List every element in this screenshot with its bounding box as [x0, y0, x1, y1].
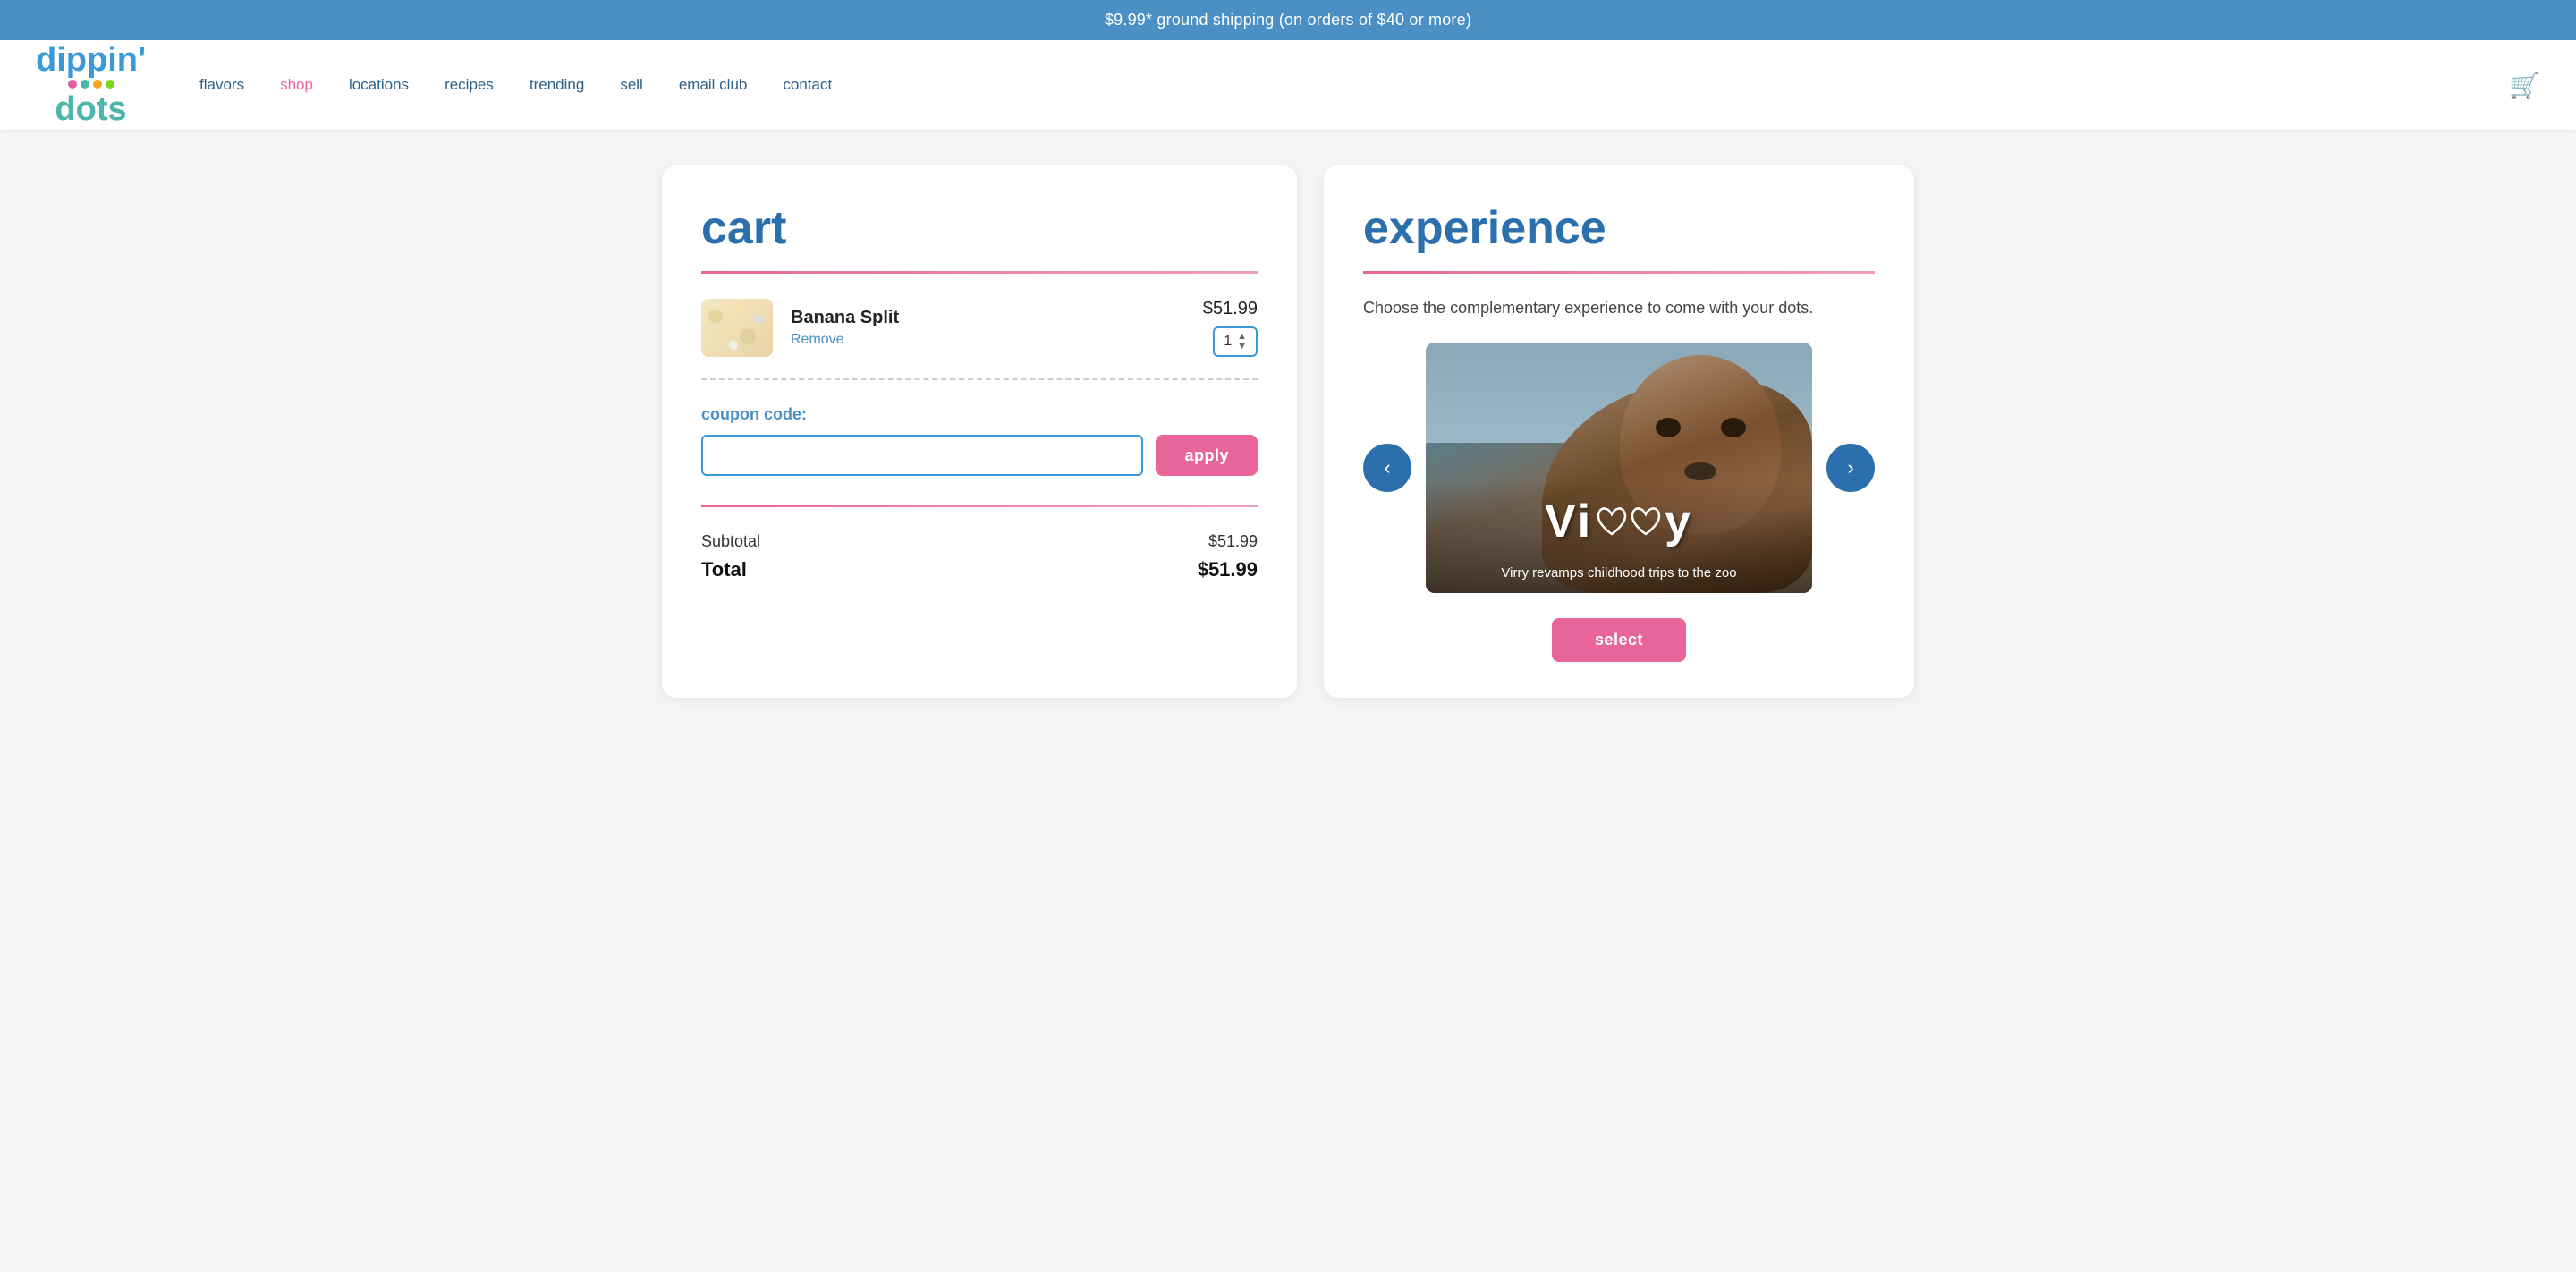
quantity-selector[interactable]: 1 ▲ ▼ [1213, 326, 1258, 357]
shopping-cart-icon: 🛒 [2509, 72, 2540, 99]
nav-flavors[interactable]: flavors [199, 76, 244, 94]
experience-title: experience [1363, 201, 1875, 255]
subtotal-row: Subtotal $51.99 [701, 532, 1258, 551]
virry-hearts [1595, 505, 1663, 538]
apply-button[interactable]: apply [1156, 435, 1258, 476]
coupon-label: coupon code: [701, 405, 1258, 424]
animal-eye-left [1656, 418, 1681, 437]
total-row: Total $51.99 [701, 558, 1258, 581]
quantity-arrows: ▲ ▼ [1237, 332, 1247, 352]
logo-dot-pink [68, 80, 77, 89]
virry-text: Vi y [1545, 495, 1693, 548]
carousel: ‹ [1363, 343, 1875, 593]
cart-title: cart [701, 201, 1258, 255]
item-name: Banana Split [791, 308, 1185, 328]
experience-card: experience Choose the complementary expe… [1324, 165, 1914, 698]
main-content: cart Banana Split Remove $51.99 1 ▲ ▼ [617, 130, 1959, 734]
animal-nose [1684, 462, 1716, 480]
nav-locations[interactable]: locations [349, 76, 409, 94]
item-price: $51.99 [1203, 299, 1258, 319]
logo-dot-teal [80, 80, 89, 89]
main-nav: flavors shop locations recipes trending … [199, 76, 2509, 94]
coupon-input[interactable] [701, 435, 1143, 476]
coupon-row: apply [701, 435, 1258, 476]
carousel-image: Vi y [1426, 343, 1812, 593]
cart-icon-button[interactable]: 🛒 [2509, 71, 2540, 100]
nav-contact[interactable]: contact [783, 76, 832, 94]
carousel-prev-button[interactable]: ‹ [1363, 444, 1411, 492]
item-price-qty: $51.99 1 ▲ ▼ [1203, 299, 1258, 357]
total-label: Total [701, 558, 747, 581]
qty-down-arrow: ▼ [1237, 342, 1247, 352]
cart-title-divider [701, 271, 1258, 274]
coupon-divider [701, 378, 1258, 380]
animal-eye-right [1721, 418, 1746, 437]
item-image [701, 299, 773, 357]
heart-icon-2 [1629, 505, 1663, 538]
nav-sell[interactable]: sell [620, 76, 643, 94]
cart-card: cart Banana Split Remove $51.99 1 ▲ ▼ [662, 165, 1297, 698]
logo-dots-circles [68, 80, 114, 89]
carousel-next-button[interactable]: › [1826, 444, 1875, 492]
carousel-caption: Virry revamps childhood trips to the zoo [1426, 565, 1812, 581]
select-button[interactable]: select [1552, 618, 1686, 662]
nav-trending[interactable]: trending [530, 76, 584, 94]
virry-v: Vi [1545, 495, 1593, 548]
nav-email-club[interactable]: email club [679, 76, 748, 94]
experience-title-divider [1363, 271, 1875, 274]
nav-shop[interactable]: shop [280, 76, 313, 94]
nav-recipes[interactable]: recipes [445, 76, 494, 94]
quantity-value: 1 [1224, 334, 1232, 350]
experience-subtitle: Choose the complementary experience to c… [1363, 299, 1875, 318]
logo-dot-green [106, 80, 114, 89]
logo-dot-orange [93, 80, 102, 89]
subtotal-value: $51.99 [1208, 532, 1258, 551]
product-image-visual [701, 299, 773, 357]
virry-logo: Vi y [1545, 495, 1693, 548]
totals-divider [701, 505, 1258, 507]
header: dippin' dots flavors shop locations reci… [0, 40, 2576, 130]
heart-icon-1 [1595, 505, 1629, 538]
cart-item-row: Banana Split Remove $51.99 1 ▲ ▼ [701, 299, 1258, 357]
virry-y: y [1665, 495, 1693, 548]
logo[interactable]: dippin' dots [36, 42, 146, 129]
banner-text: $9.99* ground shipping (on orders of $40… [1105, 11, 1471, 29]
shipping-banner: $9.99* ground shipping (on orders of $40… [0, 0, 2576, 40]
item-info: Banana Split Remove [791, 308, 1185, 348]
logo-dots-text: dots [55, 91, 126, 129]
zoo-background: Vi y [1426, 343, 1812, 593]
subtotal-label: Subtotal [701, 532, 760, 551]
logo-dippin: dippin' [36, 42, 146, 80]
item-remove-link[interactable]: Remove [791, 332, 844, 347]
total-value: $51.99 [1198, 558, 1258, 581]
